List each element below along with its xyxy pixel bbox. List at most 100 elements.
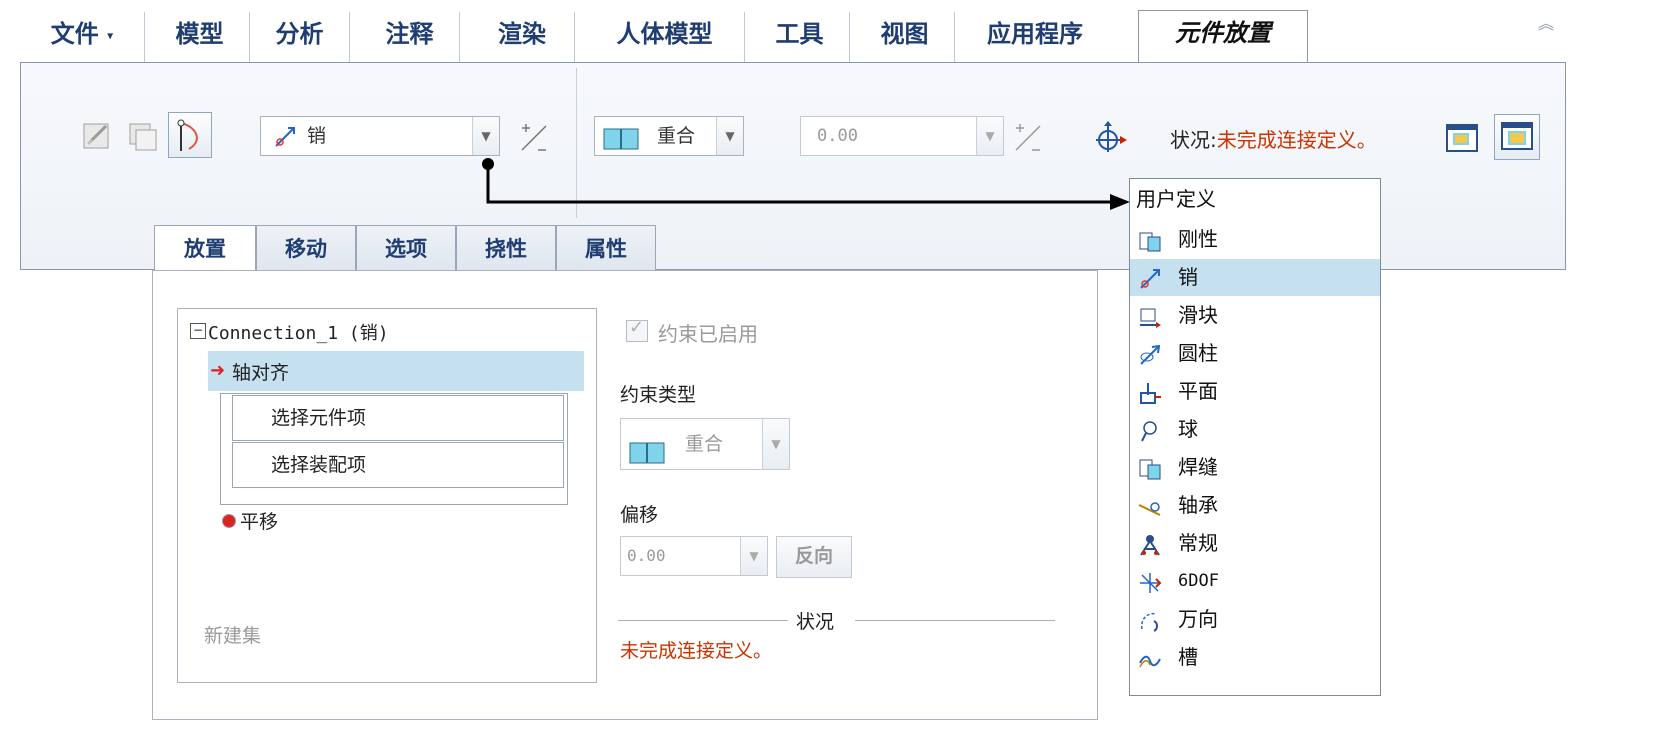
ball-icon xyxy=(1138,418,1162,442)
connection-set-node[interactable]: Connection_1 (销) xyxy=(208,319,389,345)
menu-item-label: 球 xyxy=(1178,417,1198,441)
tab-label: 模型 xyxy=(175,19,224,48)
subtab-placement[interactable]: 放置 xyxy=(154,225,256,270)
subtab-label: 选项 xyxy=(385,236,427,261)
collapse-icon[interactable]: − xyxy=(190,323,206,339)
tab-annotate[interactable]: 注释 xyxy=(360,12,460,62)
slot-icon xyxy=(1138,646,1162,670)
tab-file-label: 文件 xyxy=(50,19,99,48)
coincident-icon xyxy=(603,125,639,150)
connection-arc-icon xyxy=(177,119,198,151)
coincident-icon xyxy=(629,433,665,464)
divider xyxy=(855,620,1055,621)
arrow-right-icon: ➜ xyxy=(210,360,226,381)
translation-status-icon xyxy=(222,514,236,528)
status-display: 状况:未完成连接定义。 xyxy=(1170,124,1377,153)
menu-item-label: 槽 xyxy=(1178,645,1198,669)
menu-item-ball[interactable]: 球 xyxy=(1130,411,1380,448)
tab-component-placement[interactable]: 元件放置 xyxy=(1138,10,1308,66)
subtab-options[interactable]: 选项 xyxy=(356,225,456,270)
menu-item-gimbal[interactable]: 万向 xyxy=(1130,601,1380,638)
tab-model[interactable]: 模型 xyxy=(150,12,250,62)
chevron-down-icon: ▾ xyxy=(107,28,114,43)
menu-item-label: 6DOF xyxy=(1178,571,1219,591)
constraint-type-label: 约束类型 xyxy=(620,384,697,406)
menu-item-label: 圆柱 xyxy=(1178,341,1218,365)
status-text: 未完成连接定义。 xyxy=(1216,128,1377,152)
menu-item-6dof[interactable]: 6DOF xyxy=(1130,563,1380,600)
tab-label: 元件放置 xyxy=(1175,18,1271,47)
constraint-enabled-checkbox[interactable]: ✓ xyxy=(626,317,648,342)
connection-type-menu: 用户定义 刚性 销 滑块 圆柱 平面 球 焊缝 轴承 常规 6DOF 万向 槽 xyxy=(1129,178,1381,696)
tab-render[interactable]: 渲染 xyxy=(470,12,575,62)
flip-button[interactable]: 反向 xyxy=(776,536,852,578)
status-header: 状况 xyxy=(796,611,835,633)
offset-label: 偏移 xyxy=(620,504,659,526)
divider xyxy=(618,620,788,621)
subtab-flexibility[interactable]: 挠性 xyxy=(456,225,556,270)
rigid-icon xyxy=(1138,228,1162,252)
menu-item-label: 滑块 xyxy=(1178,303,1218,327)
menu-item-rigid[interactable]: 刚性 xyxy=(1130,221,1380,258)
menu-item-general[interactable]: 常规 xyxy=(1130,525,1380,562)
menu-item-label: 平面 xyxy=(1178,379,1218,403)
tab-view[interactable]: 视图 xyxy=(855,12,955,62)
separate-window-icon[interactable] xyxy=(1444,120,1482,158)
menu-item-pin[interactable]: 销 xyxy=(1130,259,1380,296)
panel-offset-input[interactable]: 0.00 ▼ xyxy=(620,536,768,576)
menu-item-cylinder[interactable]: 圆柱 xyxy=(1130,335,1380,372)
collapse-ribbon-icon[interactable]: ︽ xyxy=(1538,10,1554,34)
chevron-down-icon[interactable]: ▼ xyxy=(740,537,767,575)
menu-item-slider[interactable]: 滑块 xyxy=(1130,297,1380,334)
chevron-down-icon[interactable]: ▼ xyxy=(762,419,789,469)
planar-icon xyxy=(1138,380,1162,404)
menu-item-user-defined[interactable]: 用户定义 xyxy=(1130,181,1380,218)
rigid-placement-icon[interactable] xyxy=(124,118,162,156)
tab-label: 注释 xyxy=(385,19,434,48)
ribbon-tab-bar: 文件 ▾ 模型 分析 注释 渲染 人体模型 工具 视图 应用程序 元件放置 ︽ xyxy=(0,0,1566,66)
tab-applications[interactable]: 应用程序 xyxy=(960,12,1110,62)
menu-item-weld[interactable]: 焊缝 xyxy=(1130,449,1380,486)
select-component-item[interactable]: 选择元件项 xyxy=(232,395,564,441)
show-component-window-button[interactable] xyxy=(168,112,212,158)
tab-tools[interactable]: 工具 xyxy=(750,12,850,62)
tab-label: 应用程序 xyxy=(987,19,1083,48)
tab-label: 分析 xyxy=(275,19,324,48)
tab-file[interactable]: 文件 ▾ xyxy=(20,12,145,62)
cylinder-icon xyxy=(1138,342,1162,366)
connection-type-dropdown[interactable]: 销 ▼ xyxy=(260,116,500,156)
menu-item-slot[interactable]: 槽 xyxy=(1130,639,1380,676)
menu-item-bearing[interactable]: 轴承 xyxy=(1130,487,1380,524)
panel-status-text: 未完成连接定义。 xyxy=(620,640,773,662)
select-assembly-item[interactable]: 选择装配项 xyxy=(232,442,564,488)
user-defined-set-icon[interactable] xyxy=(80,118,118,156)
panel-constraint-type-dropdown[interactable]: 重合 ▼ xyxy=(620,418,790,470)
gimbal-icon xyxy=(1138,608,1162,632)
connection-type-value: 销 xyxy=(307,125,327,147)
tab-analysis[interactable]: 分析 xyxy=(250,12,350,62)
bearing-icon xyxy=(1138,494,1162,518)
pin-icon xyxy=(273,124,297,148)
subtab-properties[interactable]: 属性 xyxy=(556,225,656,270)
select-component-label: 选择元件项 xyxy=(271,407,367,429)
checkmark-icon: ✓ xyxy=(629,317,645,338)
panel-offset-value: 0.00 xyxy=(627,546,666,565)
general-icon xyxy=(1138,532,1162,556)
tab-label: 视图 xyxy=(880,19,929,48)
subtab-move[interactable]: 移动 xyxy=(256,225,356,270)
axis-align-label: 轴对齐 xyxy=(232,362,290,384)
menu-item-label: 万向 xyxy=(1178,607,1218,631)
tab-label: 渲染 xyxy=(498,19,546,48)
flip-button-label: 反向 xyxy=(794,545,833,567)
subtab-label: 移动 xyxy=(285,236,327,261)
constraint-enabled-label: 约束已启用 xyxy=(658,322,758,346)
menu-item-label: 焊缝 xyxy=(1178,455,1218,479)
assembly-window-button[interactable] xyxy=(1494,114,1540,160)
constraint-set-tree: − Connection_1 (销) ➜ 轴对齐 选择元件项 选择装配项 平移 … xyxy=(177,308,597,683)
tab-human-model[interactable]: 人体模型 xyxy=(585,12,745,62)
axis-align-row[interactable]: ➜ 轴对齐 xyxy=(208,351,584,391)
new-set-link[interactable]: 新建集 xyxy=(204,621,261,648)
translation-node[interactable]: 平移 xyxy=(240,507,278,534)
menu-item-planar[interactable]: 平面 xyxy=(1130,373,1380,410)
menu-item-label: 销 xyxy=(1178,265,1198,289)
